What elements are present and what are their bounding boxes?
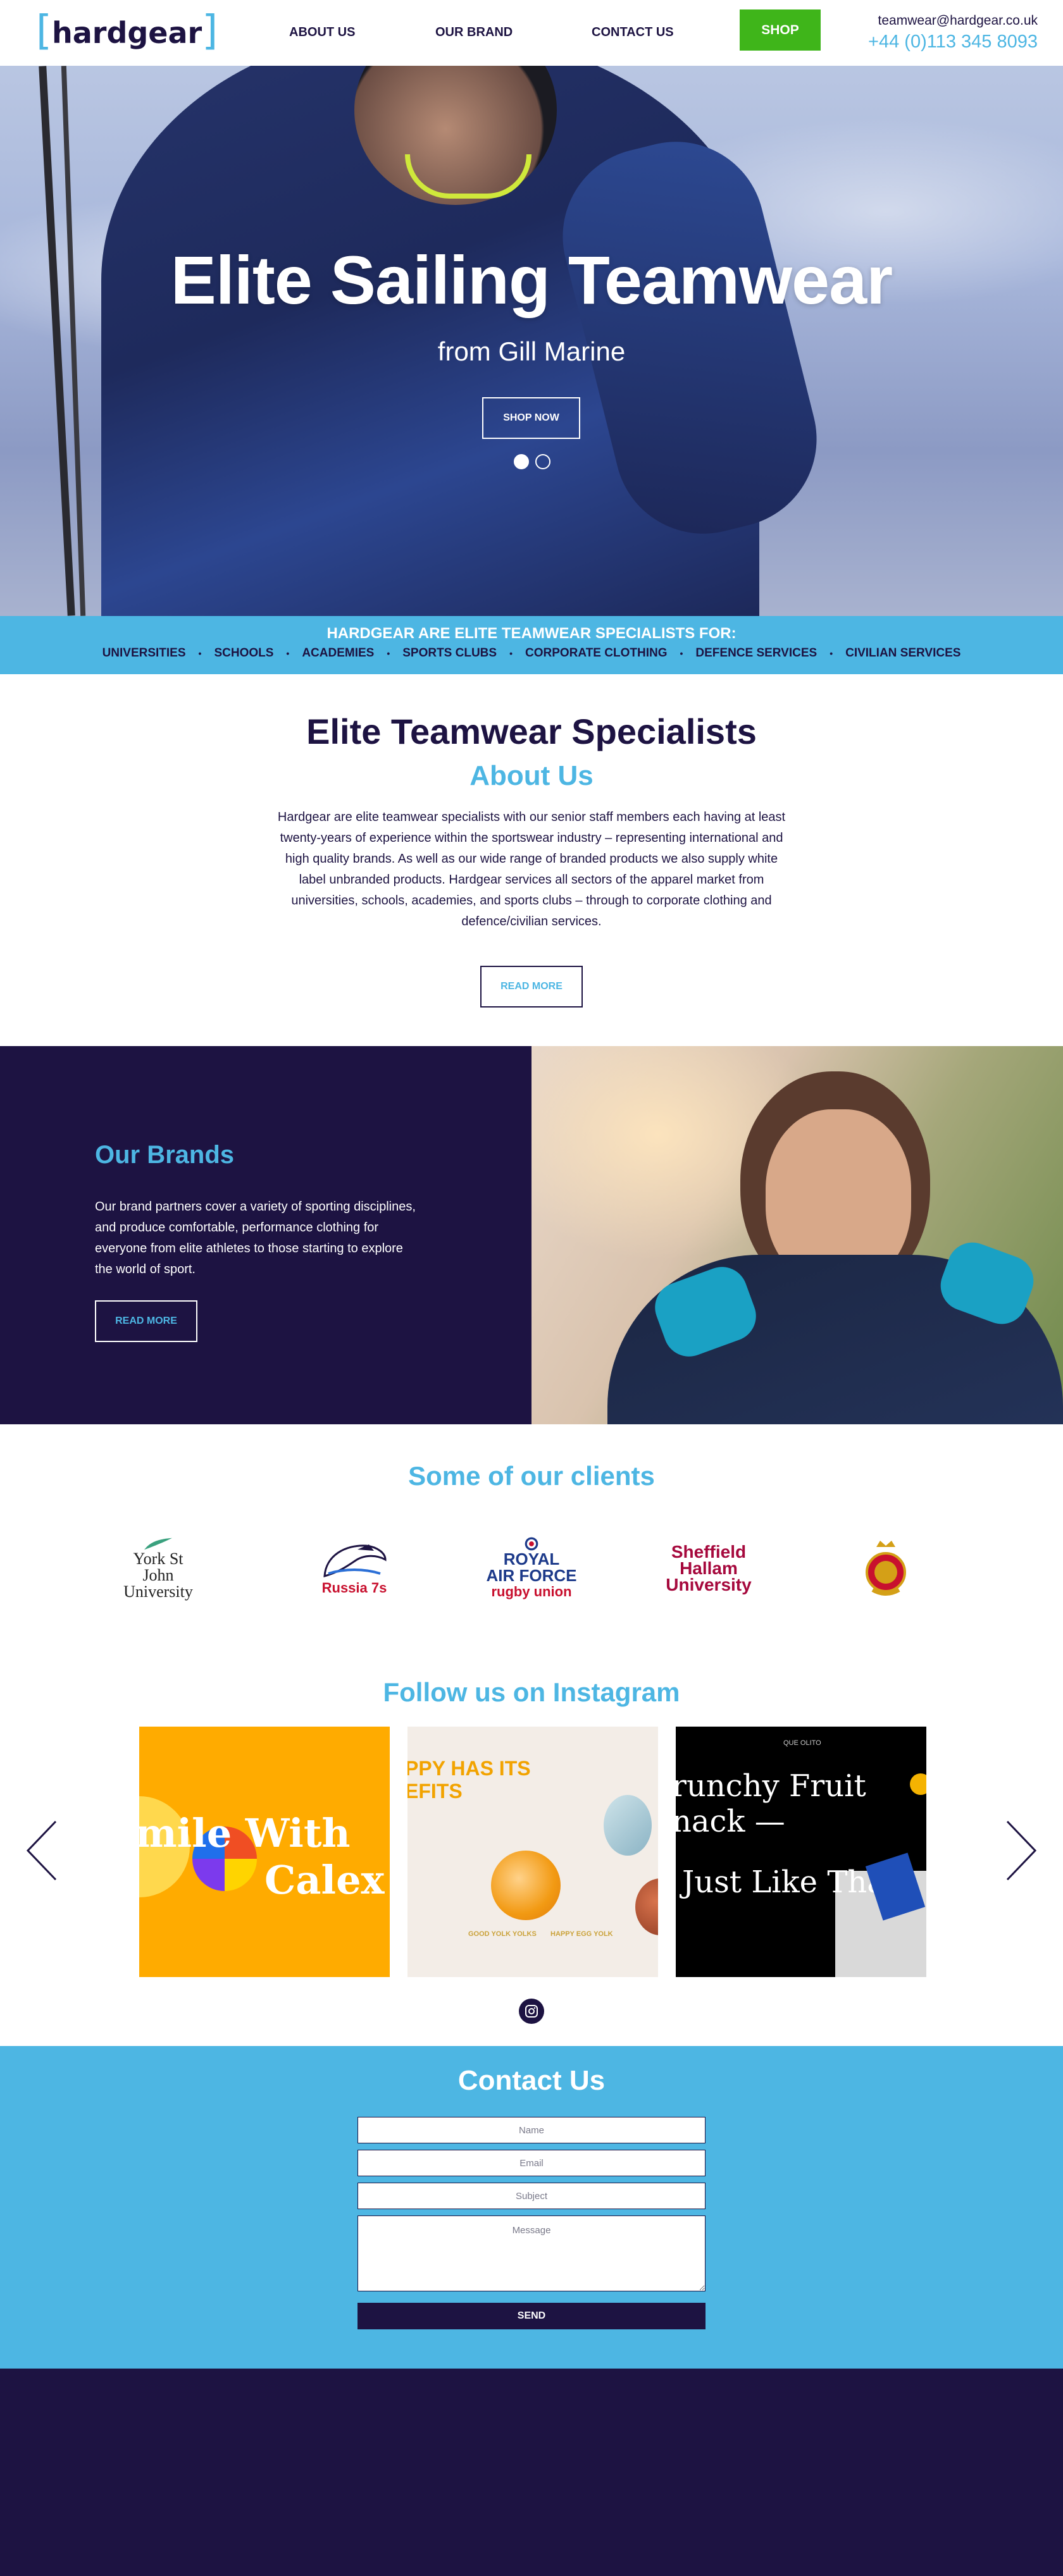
sector-civilian-services: CIVILIAN SERVICES xyxy=(845,646,961,660)
brands-section: Our Brands Our brand partners cover a va… xyxy=(0,1046,1063,1424)
sector-list: UNIVERSITIES • SCHOOLS • ACADEMIES • SPO… xyxy=(102,646,961,660)
sector-defence-services: DEFENCE SERVICES xyxy=(695,646,817,660)
carousel-next-arrow-icon[interactable] xyxy=(1004,1819,1039,1882)
nav-about-us[interactable]: ABOUT US xyxy=(289,25,355,40)
slider-dot-1[interactable] xyxy=(514,454,529,469)
slider-dot-2[interactable] xyxy=(535,454,550,469)
sector-academies: ACADEMIES xyxy=(302,646,375,660)
client-logo-russia-7s: Russia 7s xyxy=(310,1537,399,1600)
shop-now-button[interactable]: SHOP NOW xyxy=(482,397,580,439)
header-email[interactable]: teamwear@hardgear.co.uk xyxy=(878,13,1038,28)
instagram-post-1[interactable]: mile With Calex xyxy=(139,1727,390,1977)
hero-title: Elite Sailing Teamwear xyxy=(170,242,893,318)
eagle-icon xyxy=(323,1544,387,1577)
royal-crest-icon xyxy=(866,1541,906,1596)
sector-schools: SCHOOLS xyxy=(214,646,274,660)
instagram-heading: Follow us on Instagram xyxy=(383,1677,680,1707)
client-logo-york-st-john: York St John University xyxy=(120,1537,196,1600)
instagram-icon[interactable] xyxy=(519,1999,544,2024)
name-field[interactable] xyxy=(357,2117,706,2143)
brands-heading: Our Brands xyxy=(95,1141,235,1169)
contact-section: Contact Us SEND xyxy=(0,2046,1063,2369)
carousel-prev-arrow-icon[interactable] xyxy=(24,1819,59,1882)
contact-heading: Contact Us xyxy=(457,2065,606,2096)
clients-heading: Some of our clients xyxy=(408,1461,655,1491)
sector-sports-clubs: SPORTS CLUBS xyxy=(402,646,497,660)
about-read-more-button[interactable]: READ MORE xyxy=(480,966,583,1008)
band-title: HARDGEAR ARE ELITE TEAMWEAR SPECIALISTS … xyxy=(326,625,737,642)
email-field[interactable] xyxy=(357,2150,706,2176)
client-logo-raf-rugby: ROYAL AIR FORCE rugby union xyxy=(481,1537,582,1600)
instagram-post-3[interactable]: QUE OLITO runchy Fruit nack — Just Like … xyxy=(676,1727,926,1977)
message-field[interactable] xyxy=(357,2215,706,2291)
brands-read-more-button[interactable]: READ MORE xyxy=(95,1300,197,1342)
specialists-band: HARDGEAR ARE ELITE TEAMWEAR SPECIALISTS … xyxy=(0,616,1063,674)
brands-text: Our brand partners cover a variety of sp… xyxy=(95,1200,416,1276)
hardgear-logo[interactable]: [hardgear] xyxy=(36,11,218,52)
runner-woman-image xyxy=(532,1046,1063,1424)
client-logo-sheffield-hallam: Sheffield Hallam University xyxy=(666,1542,752,1594)
nav-contact-us[interactable]: CONTACT US xyxy=(592,25,674,40)
subject-field[interactable] xyxy=(357,2183,706,2209)
sector-corporate-clothing: CORPORATE CLOTHING xyxy=(525,646,668,660)
instagram-post-2[interactable]: PPY HAS ITS EFITS GOOD YOLK YOLKS HAPPY … xyxy=(407,1727,658,1977)
about-subheading: About Us xyxy=(469,760,594,791)
site-footer xyxy=(0,2369,1063,2576)
about-text: Hardgear are elite teamwear specialists … xyxy=(277,810,786,928)
shop-button[interactable]: SHOP xyxy=(740,9,821,51)
header-phone[interactable]: +44 (0)113 345 8093 xyxy=(868,32,1038,52)
client-logo-royal-crest xyxy=(854,1537,917,1600)
nav-our-brand[interactable]: OUR BRAND xyxy=(435,25,513,40)
york-leaf-icon xyxy=(144,1538,172,1550)
hero-subtitle: from Gill Marine xyxy=(437,336,626,366)
site-header: [hardgear] ABOUT US OUR BRAND CONTACT US… xyxy=(0,0,1063,66)
hero-slider: Elite Sailing Teamwear from Gill Marine … xyxy=(0,66,1063,616)
raf-roundel-icon xyxy=(525,1537,538,1551)
sector-universities: UNIVERSITIES xyxy=(102,646,186,660)
about-heading: Elite Teamwear Specialists xyxy=(306,712,757,751)
send-button[interactable]: SEND xyxy=(357,2303,706,2329)
logo-text: hardgear xyxy=(51,16,202,50)
